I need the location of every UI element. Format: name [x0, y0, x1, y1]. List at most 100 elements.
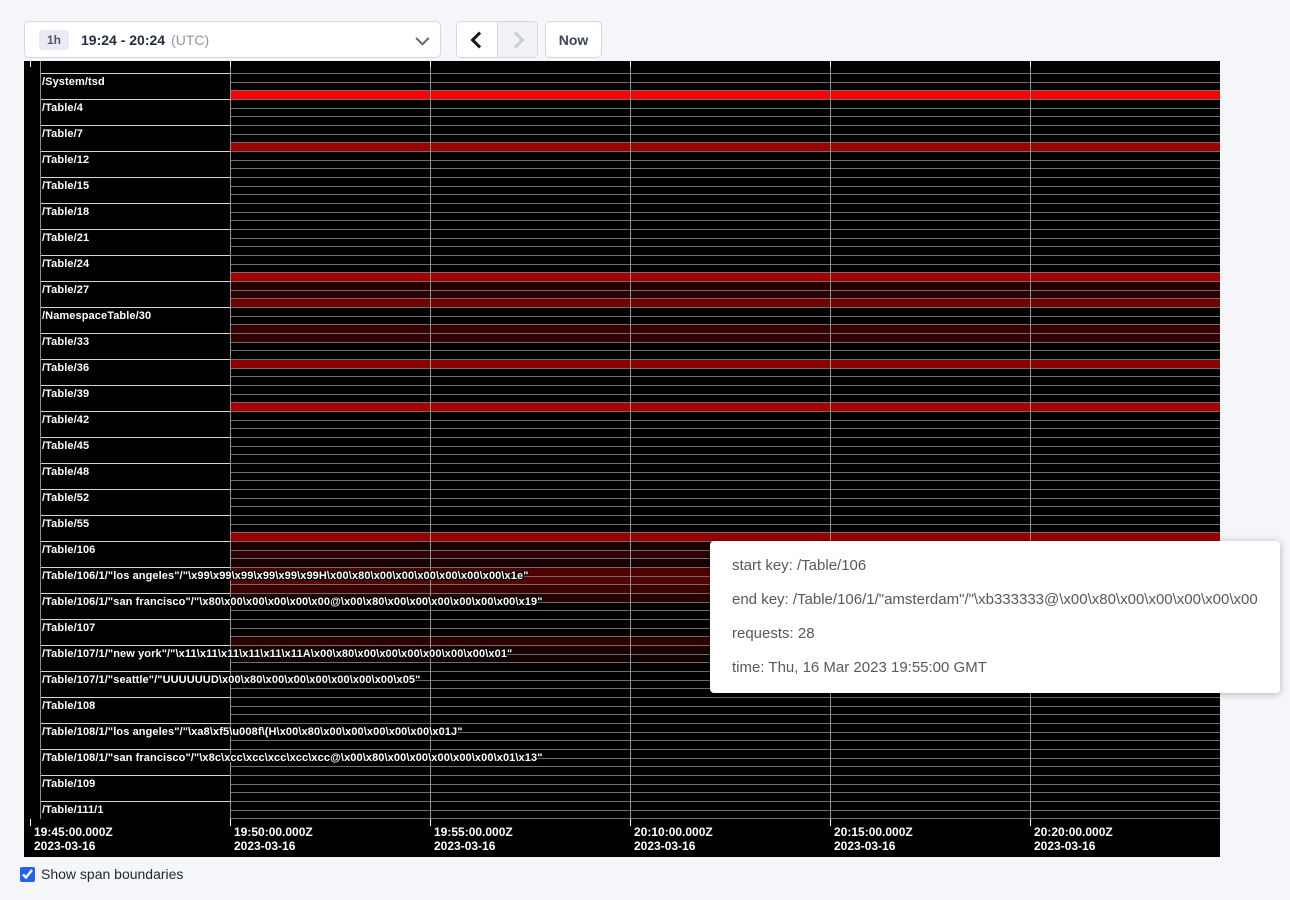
row-label: /Table/106: [42, 544, 95, 556]
axis-tick: [1030, 819, 1031, 826]
axis-time: 19:50:00.000Z: [234, 825, 313, 839]
span-boundary-line: [40, 749, 230, 750]
row-label: /Table/4: [42, 102, 83, 114]
axis-date: 2023-03-16: [234, 839, 313, 853]
span-boundary-line: [40, 385, 230, 386]
row-label: /Table/111/1: [42, 804, 104, 816]
axis-date: 2023-03-16: [34, 839, 113, 853]
row-label: /Table/21: [42, 232, 89, 244]
span-boundary-line: [40, 307, 230, 308]
chevron-down-icon: [415, 31, 429, 45]
time-axis: 19:45:00.000Z2023-03-1619:50:00.000Z2023…: [24, 819, 1220, 857]
tooltip-start-key: start key: /Table/106: [732, 549, 1258, 583]
span-boundary-line: [40, 619, 230, 620]
row-label: /System/tsd: [42, 76, 105, 88]
grid-vline: [430, 61, 431, 819]
show-span-boundaries-checkbox[interactable]: [20, 867, 35, 882]
axis-top-tick: [1030, 61, 1031, 67]
span-boundary-line: [40, 671, 230, 672]
range-nav-group: [456, 21, 538, 58]
row-label: /Table/109: [42, 778, 95, 790]
row-label: /Table/106/1/"los angeles"/"\x99\x99\x99…: [42, 570, 529, 582]
heatmap-plot[interactable]: /System/tsd/Table/4/Table/7/Table/12/Tab…: [24, 61, 1220, 819]
grid-vline: [830, 61, 831, 819]
span-cell[interactable]: [230, 61, 1220, 73]
span-boundary-line: [40, 437, 230, 438]
show-span-boundaries-toggle[interactable]: Show span boundaries: [20, 866, 183, 882]
row-label: /Table/107/1/"new york"/"\x11\x11\x11\x1…: [42, 648, 512, 660]
row-label: /Table/108/1/"los angeles"/"\xa8\xf5\u00…: [42, 726, 463, 738]
axis-tick-label: 19:50:00.000Z2023-03-16: [234, 825, 313, 853]
span-boundary-line: [40, 411, 230, 412]
span-boundary-line: [40, 73, 230, 74]
axis-tick-label: 19:55:00.000Z2023-03-16: [434, 825, 513, 853]
axis-tick: [630, 819, 631, 826]
span-boundary-line: [40, 255, 230, 256]
axis-tick: [830, 819, 831, 826]
time-range-select[interactable]: 1h 19:24 - 20:24 (UTC): [24, 21, 441, 58]
key-visualizer-chart[interactable]: /System/tsd/Table/4/Table/7/Table/12/Tab…: [24, 61, 1220, 857]
row-label: /NamespaceTable/30: [42, 310, 151, 322]
axis-time: 20:20:00.000Z: [1034, 825, 1113, 839]
span-boundary-line: [40, 463, 230, 464]
axis-tick-label: 19:45:00.000Z2023-03-16: [34, 825, 113, 853]
axis-tick: [230, 819, 231, 826]
span-boundary-line: [40, 697, 230, 698]
tooltip-end-key: end key: /Table/106/1/"amsterdam"/"\xb33…: [732, 583, 1258, 617]
axis-date: 2023-03-16: [834, 839, 913, 853]
tooltip-requests: requests: 28: [732, 617, 1258, 651]
axis-top-tick: [430, 61, 431, 67]
tooltip-time: time: Thu, 16 Mar 2023 19:55:00 GMT: [732, 651, 1258, 685]
axis-time: 19:55:00.000Z: [434, 825, 513, 839]
span-tooltip: start key: /Table/106 end key: /Table/10…: [710, 541, 1280, 693]
row-label: /Table/55: [42, 518, 89, 530]
axis-date: 2023-03-16: [1034, 839, 1113, 853]
axis-tick-label: 20:20:00.000Z2023-03-16: [1034, 825, 1113, 853]
range-text: 19:24 - 20:24: [81, 32, 165, 48]
next-range-button[interactable]: [497, 22, 537, 57]
span-boundary-line: [40, 151, 230, 152]
grid-vline: [40, 61, 41, 819]
now-button[interactable]: Now: [545, 21, 602, 58]
row-label: /Table/18: [42, 206, 89, 218]
row-label: /Table/12: [42, 154, 89, 166]
chevron-right-icon: [507, 31, 524, 48]
span-boundary-line: [40, 281, 230, 282]
prev-range-button[interactable]: [457, 22, 497, 57]
span-boundary-line: [40, 515, 230, 516]
axis-tick: [30, 819, 31, 826]
span-boundary-line: [40, 489, 230, 490]
span-boundary-line: [40, 645, 230, 646]
axis-tick-label: 20:10:00.000Z2023-03-16: [634, 825, 713, 853]
axis-time: 20:15:00.000Z: [834, 825, 913, 839]
row-label: /Table/45: [42, 440, 89, 452]
axis-top-tick: [230, 61, 231, 67]
span-boundary-line: [40, 333, 230, 334]
row-label: /Table/7: [42, 128, 83, 140]
row-label: /Table/42: [42, 414, 89, 426]
row-label: /Table/106/1/"san francisco"/"\x80\x00\x…: [42, 596, 543, 608]
span-boundary-line: [40, 99, 230, 100]
grid-vline: [630, 61, 631, 819]
span-boundary-line: [40, 203, 230, 204]
toolbar: 1h 19:24 - 20:24 (UTC) Now: [0, 0, 1290, 61]
axis-tick: [430, 819, 431, 826]
axis-time: 20:10:00.000Z: [634, 825, 713, 839]
axis-top-tick: [830, 61, 831, 67]
row-label: /Table/36: [42, 362, 89, 374]
span-boundary-line: [40, 541, 230, 542]
span-boundary-line: [40, 593, 230, 594]
row-label: /Table/33: [42, 336, 89, 348]
show-span-boundaries-label: Show span boundaries: [41, 866, 183, 882]
span-boundary-line: [40, 229, 230, 230]
row-label: /Table/52: [42, 492, 89, 504]
row-label: /Table/107: [42, 622, 95, 634]
span-boundary-line: [40, 723, 230, 724]
span-boundary-line: [40, 775, 230, 776]
span-boundary-line: [40, 801, 230, 802]
row-label: /Table/15: [42, 180, 89, 192]
axis-top-tick: [30, 61, 31, 67]
row-label: /Table/24: [42, 258, 89, 270]
span-boundary-line: [40, 125, 230, 126]
span-boundary-line: [40, 567, 230, 568]
